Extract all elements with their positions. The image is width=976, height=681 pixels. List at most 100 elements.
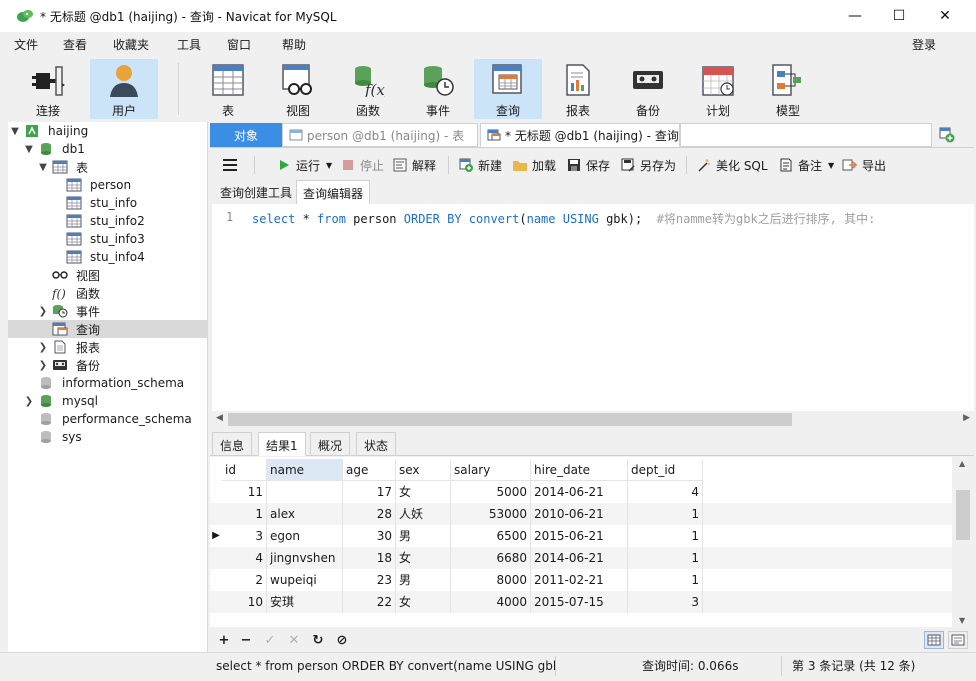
cell-sex[interactable]: 女 — [396, 481, 451, 503]
cell-salary[interactable]: 5000 — [451, 481, 531, 503]
hamburger-menu-icon[interactable] — [222, 157, 238, 173]
table-row[interactable]: 10 安琪 22 女 4000 2015-07-15 3 — [210, 591, 952, 613]
column-header-dept-id[interactable]: dept_id — [628, 459, 703, 481]
login-link[interactable]: 登录 — [912, 36, 936, 53]
cell-hire-date[interactable]: 2015-06-21 — [531, 525, 628, 547]
cell-name[interactable]: jingnvshen — [267, 547, 343, 569]
cell-sex[interactable]: 男 — [396, 569, 451, 591]
expand-arrow-icon[interactable]: ❯ — [38, 306, 48, 317]
cell-dept-id[interactable]: 1 — [628, 547, 703, 569]
cell-dept-id[interactable]: 1 — [628, 569, 703, 591]
column-header-salary[interactable]: salary — [451, 459, 531, 481]
close-button[interactable]: ✕ — [922, 0, 968, 32]
table-row-current[interactable]: ▶ 3 egon 30 男 6500 2015-06-21 1 — [210, 525, 952, 547]
menu-view[interactable]: 查看 — [63, 36, 87, 53]
cell-salary[interactable]: 53000 — [451, 503, 531, 525]
tree-database-db1[interactable]: ▼ db1 — [8, 140, 207, 158]
cell-id[interactable]: 2 — [222, 569, 267, 591]
column-header-sex[interactable]: sex — [396, 459, 451, 481]
collapse-arrow-icon[interactable]: ▼ — [38, 162, 48, 173]
cell-name[interactable]: alex — [267, 503, 343, 525]
cell-sex[interactable]: 男 — [396, 525, 451, 547]
tab-profile[interactable]: 概况 — [310, 432, 351, 456]
expand-arrow-icon[interactable]: ❯ — [38, 342, 48, 353]
menu-help[interactable]: 帮助 — [282, 36, 306, 53]
tab-query-untitled[interactable]: * 无标题 @db1 (haijing) - 查询 — [480, 123, 680, 147]
tree-functions-folder[interactable]: f() 函数 — [8, 284, 207, 302]
collapse-arrow-icon[interactable]: ▼ — [24, 144, 34, 155]
tree-reports-folder[interactable]: ❯ 报表 — [8, 338, 207, 356]
toolbar-event-button[interactable]: 事件 — [404, 59, 472, 119]
tree-table-person[interactable]: person — [8, 176, 207, 194]
scrollbar-thumb[interactable] — [956, 490, 970, 540]
delete-record-icon[interactable]: − — [238, 632, 254, 648]
table-row[interactable]: 4 jingnvshen 18 女 6680 2014-06-21 1 — [210, 547, 952, 569]
cell-sex[interactable]: 女 — [396, 547, 451, 569]
cell-id[interactable]: 4 — [222, 547, 267, 569]
result-grid[interactable]: id name age sex salary hire_date dept_id… — [210, 457, 952, 627]
toolbar-table-button[interactable]: 表 — [194, 59, 262, 119]
run-button[interactable]: 运行 ▼ — [276, 157, 332, 173]
table-row[interactable]: 2 wupeiqi 23 男 8000 2011-02-21 1 — [210, 569, 952, 591]
scroll-up-icon[interactable]: ▲ — [959, 459, 965, 468]
cell-hire-date[interactable]: 2010-06-21 — [531, 503, 628, 525]
collapse-arrow-icon[interactable]: ▼ — [10, 126, 20, 137]
cell-dept-id[interactable]: 4 — [628, 481, 703, 503]
apply-changes-icon[interactable]: ✓ — [262, 632, 278, 648]
scroll-down-icon[interactable]: ▼ — [959, 616, 965, 625]
cell-age[interactable]: 30 — [343, 525, 396, 547]
maximize-button[interactable]: ☐ — [876, 0, 922, 32]
tree-db-sys[interactable]: sys — [8, 428, 207, 446]
cell-age[interactable]: 28 — [343, 503, 396, 525]
cell-hire-date[interactable]: 2011-02-21 — [531, 569, 628, 591]
save-button[interactable]: 保存 — [566, 157, 610, 173]
cell-name[interactable]: wupeiqi — [267, 569, 343, 591]
cell-salary[interactable]: 8000 — [451, 569, 531, 591]
tab-query-editor[interactable]: 查询编辑器 — [296, 180, 371, 204]
dropdown-arrow-icon[interactable]: ▼ — [326, 161, 332, 170]
table-row[interactable]: 11 17 女 5000 2014-06-21 4 — [210, 481, 952, 503]
editor-horizontal-scrollbar[interactable]: ◀ ▶ — [212, 411, 974, 428]
beautify-sql-button[interactable]: 美化 SQL — [696, 157, 768, 173]
toolbar-report-button[interactable]: 报表 — [544, 59, 612, 119]
tree-table-stu-info3[interactable]: stu_info3 — [8, 230, 207, 248]
cell-age[interactable]: 23 — [343, 569, 396, 591]
menu-window[interactable]: 窗口 — [227, 36, 251, 53]
cell-sex[interactable]: 人妖 — [396, 503, 451, 525]
cell-age[interactable]: 17 — [343, 481, 396, 503]
tree-connection-haijing[interactable]: ▼ haijing — [8, 122, 207, 140]
cell-name[interactable]: egon — [267, 525, 343, 547]
cell-sex[interactable]: 女 — [396, 591, 451, 613]
table-row[interactable]: 1 alex 28 人妖 53000 2010-06-21 1 — [210, 503, 952, 525]
column-header-name[interactable]: name — [267, 459, 343, 481]
add-record-icon[interactable]: + — [216, 632, 232, 648]
explain-button[interactable]: 解释 — [392, 157, 436, 173]
expand-arrow-icon[interactable]: ❯ — [24, 396, 34, 407]
cell-name[interactable]: 安琪 — [267, 591, 343, 613]
tab-status[interactable]: 状态 — [356, 432, 397, 456]
tree-table-stu-info[interactable]: stu_info — [8, 194, 207, 212]
tab-result1[interactable]: 结果1 — [258, 432, 306, 456]
expand-arrow-icon[interactable]: ❯ — [38, 360, 48, 371]
tab-query-builder[interactable]: 查询创建工具 — [214, 180, 298, 204]
cell-id[interactable]: 1 — [222, 503, 267, 525]
toolbar-query-button[interactable]: 查询 — [474, 59, 542, 119]
cell-dept-id[interactable]: 3 — [628, 591, 703, 613]
cell-salary[interactable]: 6680 — [451, 547, 531, 569]
scroll-right-icon[interactable]: ▶ — [963, 413, 970, 423]
sql-editor[interactable]: 1 select * from person ORDER BY convert(… — [212, 204, 974, 411]
export-button[interactable]: 导出 — [842, 157, 886, 173]
column-header-hire-date[interactable]: hire_date — [531, 459, 628, 481]
scroll-left-icon[interactable]: ◀ — [216, 413, 223, 423]
tree-table-stu-info2[interactable]: stu_info2 — [8, 212, 207, 230]
toolbar-schedule-button[interactable]: 计划 — [684, 59, 752, 119]
cell-salary[interactable]: 4000 — [451, 591, 531, 613]
refresh-icon[interactable]: ↻ — [310, 632, 326, 648]
comment-button[interactable]: 备注 ▼ — [778, 157, 834, 173]
grid-vertical-scrollbar[interactable]: ▲ ▼ — [952, 457, 974, 627]
tree-events-folder[interactable]: ❯ 事件 — [8, 302, 207, 320]
toolbar-model-button[interactable]: 模型 — [754, 59, 822, 119]
cell-dept-id[interactable]: 1 — [628, 503, 703, 525]
toolbar-backup-button[interactable]: 备份 — [614, 59, 682, 119]
cell-hire-date[interactable]: 2014-06-21 — [531, 547, 628, 569]
